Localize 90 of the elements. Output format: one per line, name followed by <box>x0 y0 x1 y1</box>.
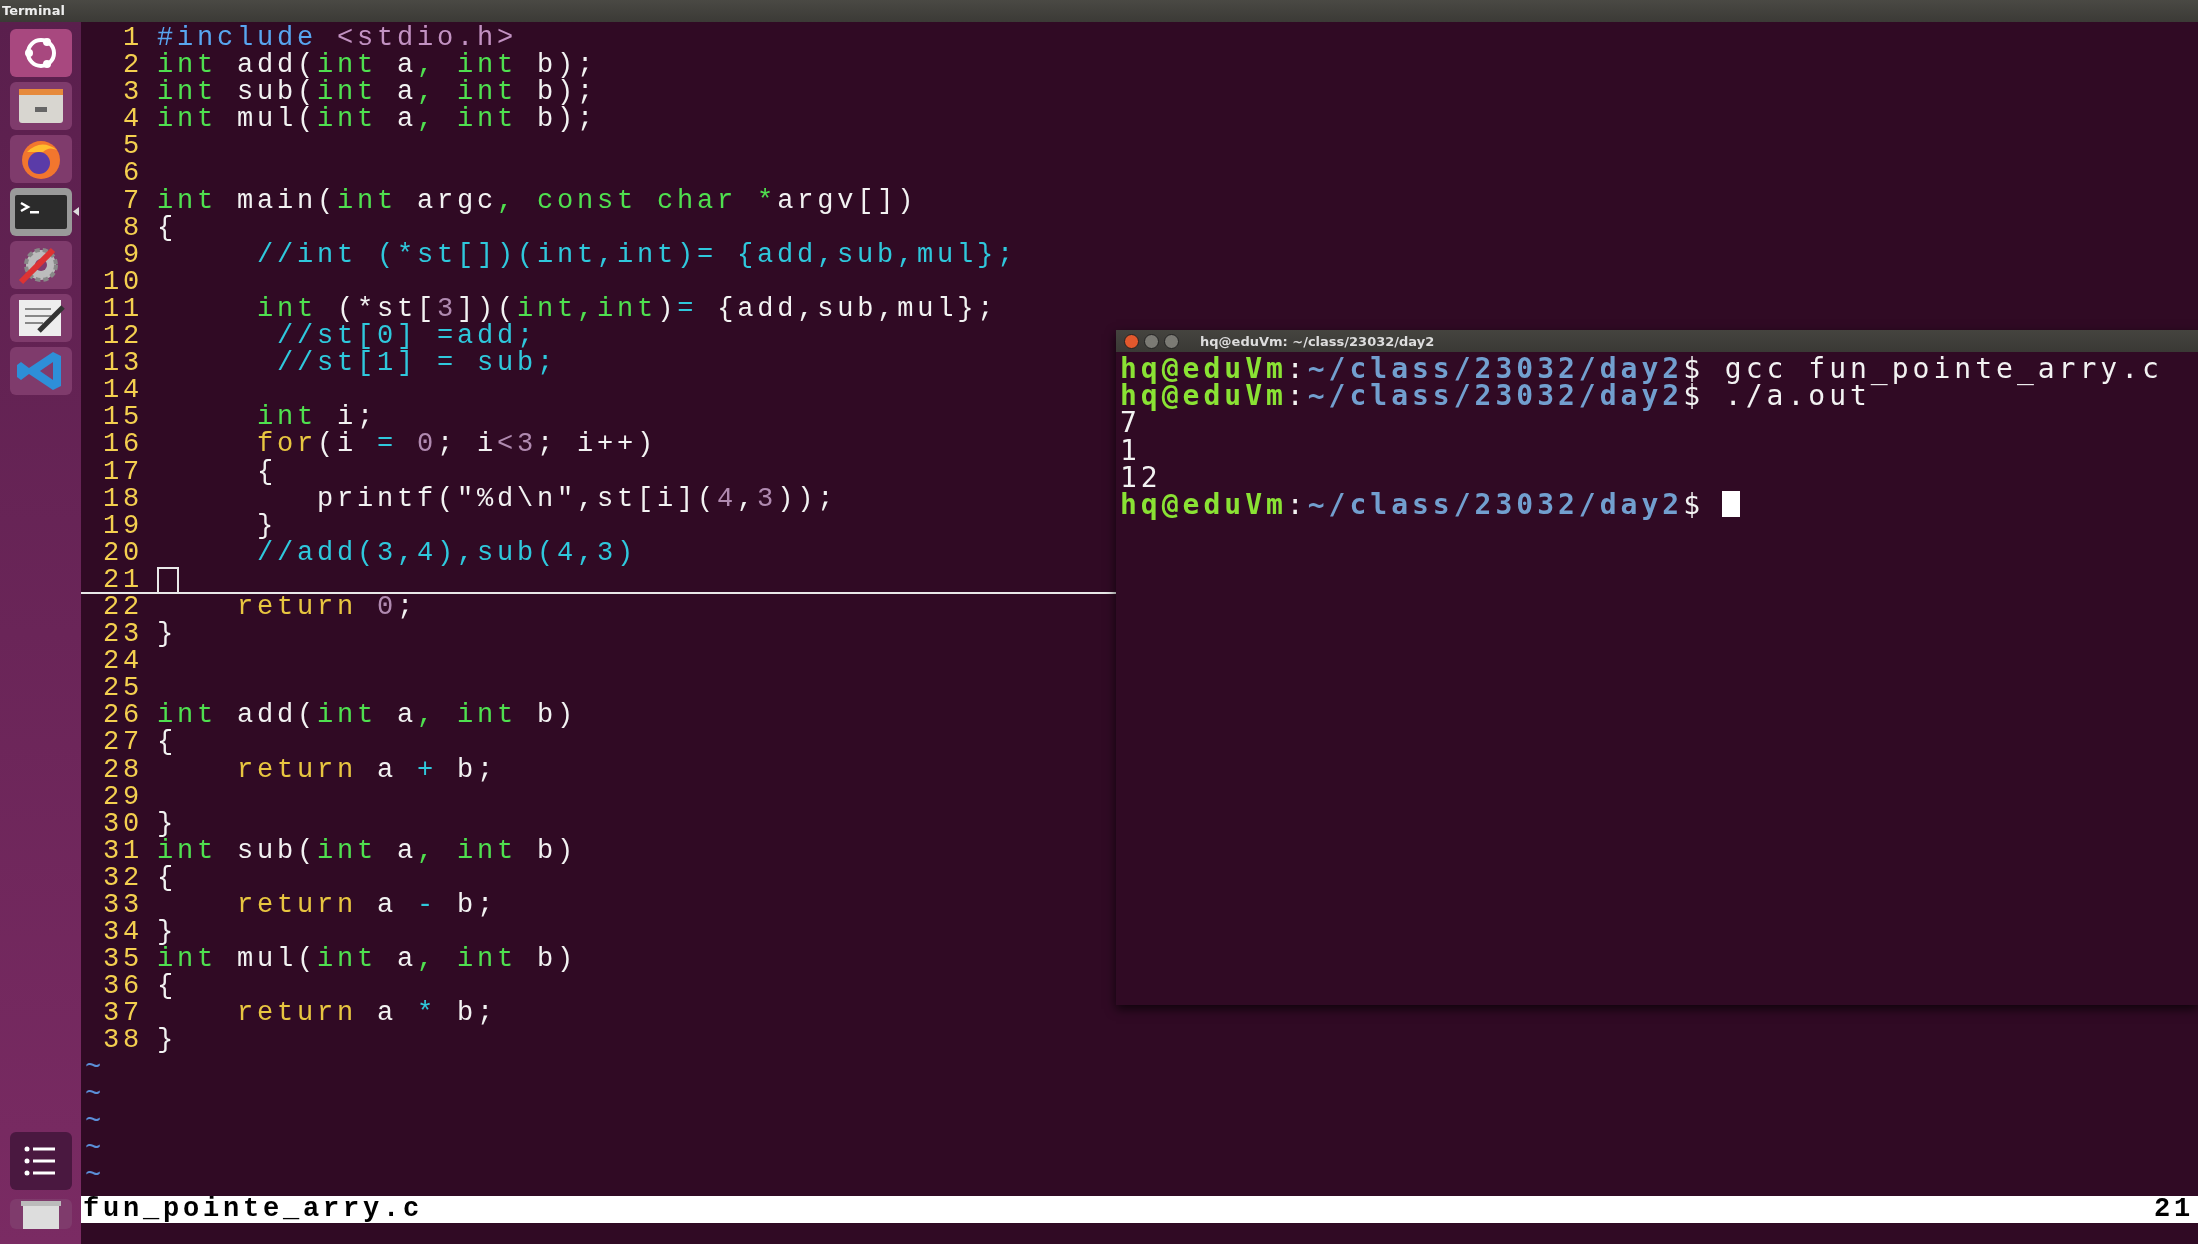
code-line: } <box>157 919 177 947</box>
line-number: 34 <box>102 919 144 947</box>
line-indicator: 21 <box>2154 1196 2194 1224</box>
terminal-title: hq@eduVm: ~/class/23032/day2 <box>1200 333 1435 349</box>
empty-line-marker: ~ <box>84 1081 106 1109</box>
ring-logo-icon[interactable] <box>8 27 73 78</box>
code-line: int (*st[3])(int,int)= {add,sub,mul}; <box>256 295 998 324</box>
terminal-icon[interactable] <box>8 186 73 237</box>
line-number: 38 <box>102 1027 144 1055</box>
line-number: 35 <box>102 946 144 974</box>
line-number: 22 <box>102 593 144 622</box>
empty-line-marker: ~ <box>84 1162 106 1191</box>
code-line: } <box>157 1027 177 1055</box>
line-number: 16 <box>102 431 144 459</box>
code-line: int mul(int a, int b) <box>157 946 578 974</box>
minimize-icon[interactable] <box>1144 333 1159 349</box>
flame-globe-icon[interactable] <box>8 133 73 184</box>
line-number: 25 <box>102 675 144 703</box>
wrench-gear-icon[interactable] <box>8 239 73 290</box>
trash-icon[interactable] <box>8 1197 73 1230</box>
line-number: 3 <box>122 79 144 107</box>
line-number: 2 <box>122 52 144 80</box>
code-line: return a + b; <box>236 756 498 784</box>
line-number: 26 <box>102 702 144 730</box>
code-line: return a - b; <box>236 892 498 920</box>
maximize-icon[interactable] <box>1164 333 1179 349</box>
line-number: 36 <box>102 973 144 1001</box>
code-line: int i; <box>256 404 378 432</box>
line-number: 14 <box>102 377 144 405</box>
line-number: 27 <box>102 729 144 757</box>
code-line: int sub(int a, int b); <box>157 79 598 107</box>
window-title: Terminal <box>0 0 2198 22</box>
line-number: 1 <box>122 25 144 53</box>
code-line: } <box>157 621 177 649</box>
code-line: { <box>256 458 278 486</box>
drawer-icon[interactable] <box>8 80 73 131</box>
code-line: { <box>157 214 177 242</box>
line-number: 30 <box>102 810 144 838</box>
line-number: 13 <box>102 350 144 378</box>
code-line: int sub(int a, int b) <box>157 837 578 865</box>
line-number: 32 <box>102 864 144 892</box>
line-number: 33 <box>102 892 144 920</box>
line-number: 37 <box>102 1000 144 1028</box>
code-line: { <box>157 729 177 757</box>
code-line: for(i = 0; i<3; i++) <box>256 431 658 459</box>
line-number: 6 <box>122 160 144 188</box>
notepad-pencil-icon[interactable] <box>8 292 73 343</box>
line-number: 19 <box>102 512 144 540</box>
code-line: } <box>157 810 177 838</box>
file-name: fun_pointe_arry.c <box>83 1196 424 1224</box>
line-number: 10 <box>102 268 144 296</box>
code-line: #include <stdio.h> <box>157 25 518 53</box>
line-number: 24 <box>102 648 144 676</box>
line-number: 9 <box>122 241 144 269</box>
code-line: //add(3,4),sub(4,3) <box>256 539 638 567</box>
code-line: int add(int a, int b); <box>157 52 598 80</box>
code-line: printf("%d\n",st[i](4,3)); <box>316 485 838 513</box>
code-line: } <box>256 512 278 540</box>
menu-icon[interactable] <box>8 1130 73 1191</box>
code-line: return a * b; <box>236 1000 498 1028</box>
terminal-cursor <box>1722 490 1740 517</box>
line-number: 31 <box>102 837 144 865</box>
line-number: 7 <box>122 187 144 215</box>
line-number: 11 <box>102 295 144 324</box>
code-line: //st[0] =add; <box>276 323 538 351</box>
empty-line-marker: ~ <box>84 1135 106 1163</box>
code-line: return 0; <box>236 593 418 622</box>
code-line: { <box>157 864 177 892</box>
line-number: 28 <box>102 756 144 784</box>
empty-line-marker: ~ <box>84 1054 106 1082</box>
line-number: 20 <box>102 539 144 567</box>
code-line: { <box>157 973 177 1001</box>
empty-line-marker: ~ <box>84 1108 106 1136</box>
line-number: 5 <box>122 133 144 161</box>
line-number: 29 <box>102 783 144 811</box>
code-line: //st[1] = sub; <box>276 350 558 378</box>
line-number: 18 <box>102 485 144 513</box>
code-line: //int (*st[])(int,int)= {add,sub,mul}; <box>256 241 1018 269</box>
code-line: int main(int argc, const char *argv[]) <box>157 187 918 215</box>
line-number: 15 <box>102 404 144 432</box>
line-number: 21 <box>102 566 144 592</box>
line-number: 17 <box>102 458 144 486</box>
line-number: 23 <box>102 621 144 649</box>
close-icon[interactable] <box>1124 333 1139 349</box>
terminal-line: hq@eduVm:~/class/23032/day2$ <box>1120 487 1704 521</box>
line-number: 4 <box>122 106 144 134</box>
line-number: 12 <box>102 323 144 351</box>
line-number: 8 <box>122 214 144 242</box>
code-line: int add(int a, int b) <box>157 702 578 730</box>
code-line: int mul(int a, int b); <box>157 106 598 134</box>
